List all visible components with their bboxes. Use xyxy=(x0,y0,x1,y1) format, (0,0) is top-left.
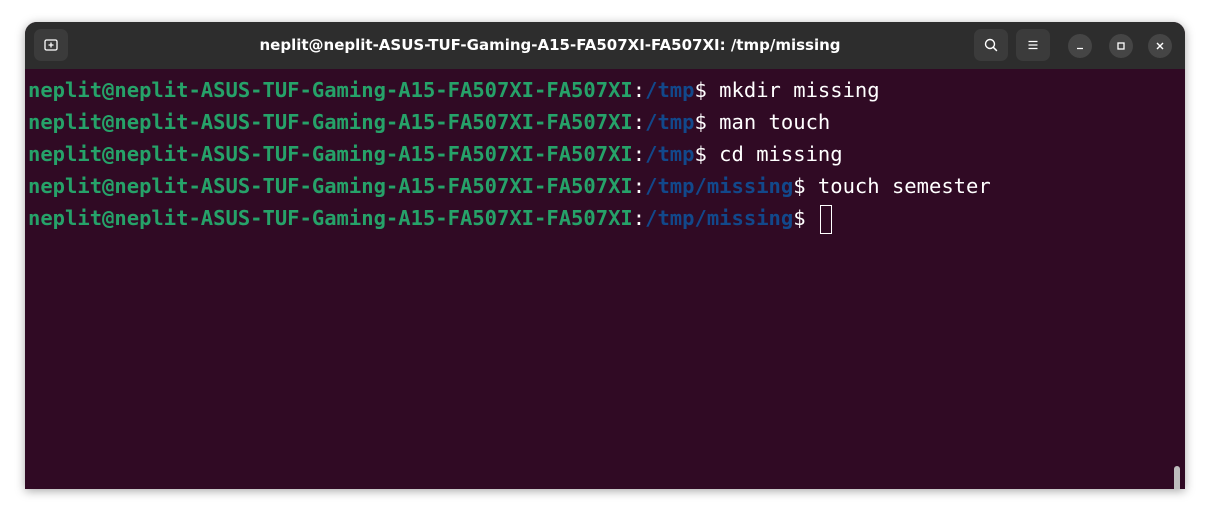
command-text: touch semester xyxy=(817,174,991,198)
prompt-colon: : xyxy=(632,110,646,134)
close-button[interactable] xyxy=(1148,34,1172,58)
command-text: cd missing xyxy=(719,142,843,166)
minimize-icon xyxy=(1077,47,1083,50)
prompt-path: /tmp xyxy=(645,142,695,166)
prompt-symbol: $ xyxy=(694,142,720,166)
prompt-colon: : xyxy=(632,78,646,102)
close-icon xyxy=(1156,42,1164,50)
terminal-output[interactable]: neplit@neplit-ASUS-TUF-Gaming-A15-FA507X… xyxy=(25,69,1185,489)
terminal-line: neplit@neplit-ASUS-TUF-Gaming-A15-FA507X… xyxy=(28,74,880,106)
prompt-colon: : xyxy=(632,206,646,230)
text-cursor xyxy=(819,204,832,234)
prompt-path: /tmp/missing xyxy=(645,206,794,230)
prompt-colon: : xyxy=(632,142,646,166)
command-text: mkdir missing xyxy=(719,78,880,102)
prompt-user-host: neplit@neplit-ASUS-TUF-Gaming-A15-FA507X… xyxy=(28,78,633,102)
prompt-symbol: $ xyxy=(694,78,720,102)
window-title: neplit@neplit-ASUS-TUF-Gaming-A15-FA507X… xyxy=(259,36,841,54)
prompt-user-host: neplit@neplit-ASUS-TUF-Gaming-A15-FA507X… xyxy=(28,142,633,166)
hamburger-menu-icon xyxy=(1028,40,1038,50)
new-tab-icon xyxy=(44,39,58,51)
prompt-user-host: neplit@neplit-ASUS-TUF-Gaming-A15-FA507X… xyxy=(28,110,633,134)
prompt-path: /tmp xyxy=(645,78,695,102)
prompt-user-host: neplit@neplit-ASUS-TUF-Gaming-A15-FA507X… xyxy=(28,206,633,230)
menu-button[interactable] xyxy=(1016,29,1050,61)
new-tab-button[interactable] xyxy=(34,29,68,61)
prompt-colon: : xyxy=(632,174,646,198)
terminal-line: neplit@neplit-ASUS-TUF-Gaming-A15-FA507X… xyxy=(28,170,991,202)
prompt-symbol: $ xyxy=(793,206,818,230)
search-icon xyxy=(984,38,998,52)
prompt-path: /tmp xyxy=(645,110,695,134)
terminal-window: neplit@neplit-ASUS-TUF-Gaming-A15-FA507X… xyxy=(25,22,1185,489)
prompt-symbol: $ xyxy=(793,174,818,198)
titlebar[interactable]: neplit@neplit-ASUS-TUF-Gaming-A15-FA507X… xyxy=(25,22,1185,69)
maximize-button[interactable] xyxy=(1109,34,1133,58)
prompt-path: /tmp/missing xyxy=(645,174,794,198)
prompt-user-host: neplit@neplit-ASUS-TUF-Gaming-A15-FA507X… xyxy=(28,174,633,198)
command-text: man touch xyxy=(719,110,831,134)
terminal-line: neplit@neplit-ASUS-TUF-Gaming-A15-FA507X… xyxy=(28,106,830,138)
prompt-symbol: $ xyxy=(694,110,720,134)
terminal-line: neplit@neplit-ASUS-TUF-Gaming-A15-FA507X… xyxy=(28,202,832,234)
minimize-button[interactable] xyxy=(1068,34,1092,58)
terminal-line: neplit@neplit-ASUS-TUF-Gaming-A15-FA507X… xyxy=(28,138,843,170)
scrollbar[interactable] xyxy=(1174,466,1180,489)
maximize-icon xyxy=(1117,42,1125,50)
search-button[interactable] xyxy=(974,29,1008,61)
